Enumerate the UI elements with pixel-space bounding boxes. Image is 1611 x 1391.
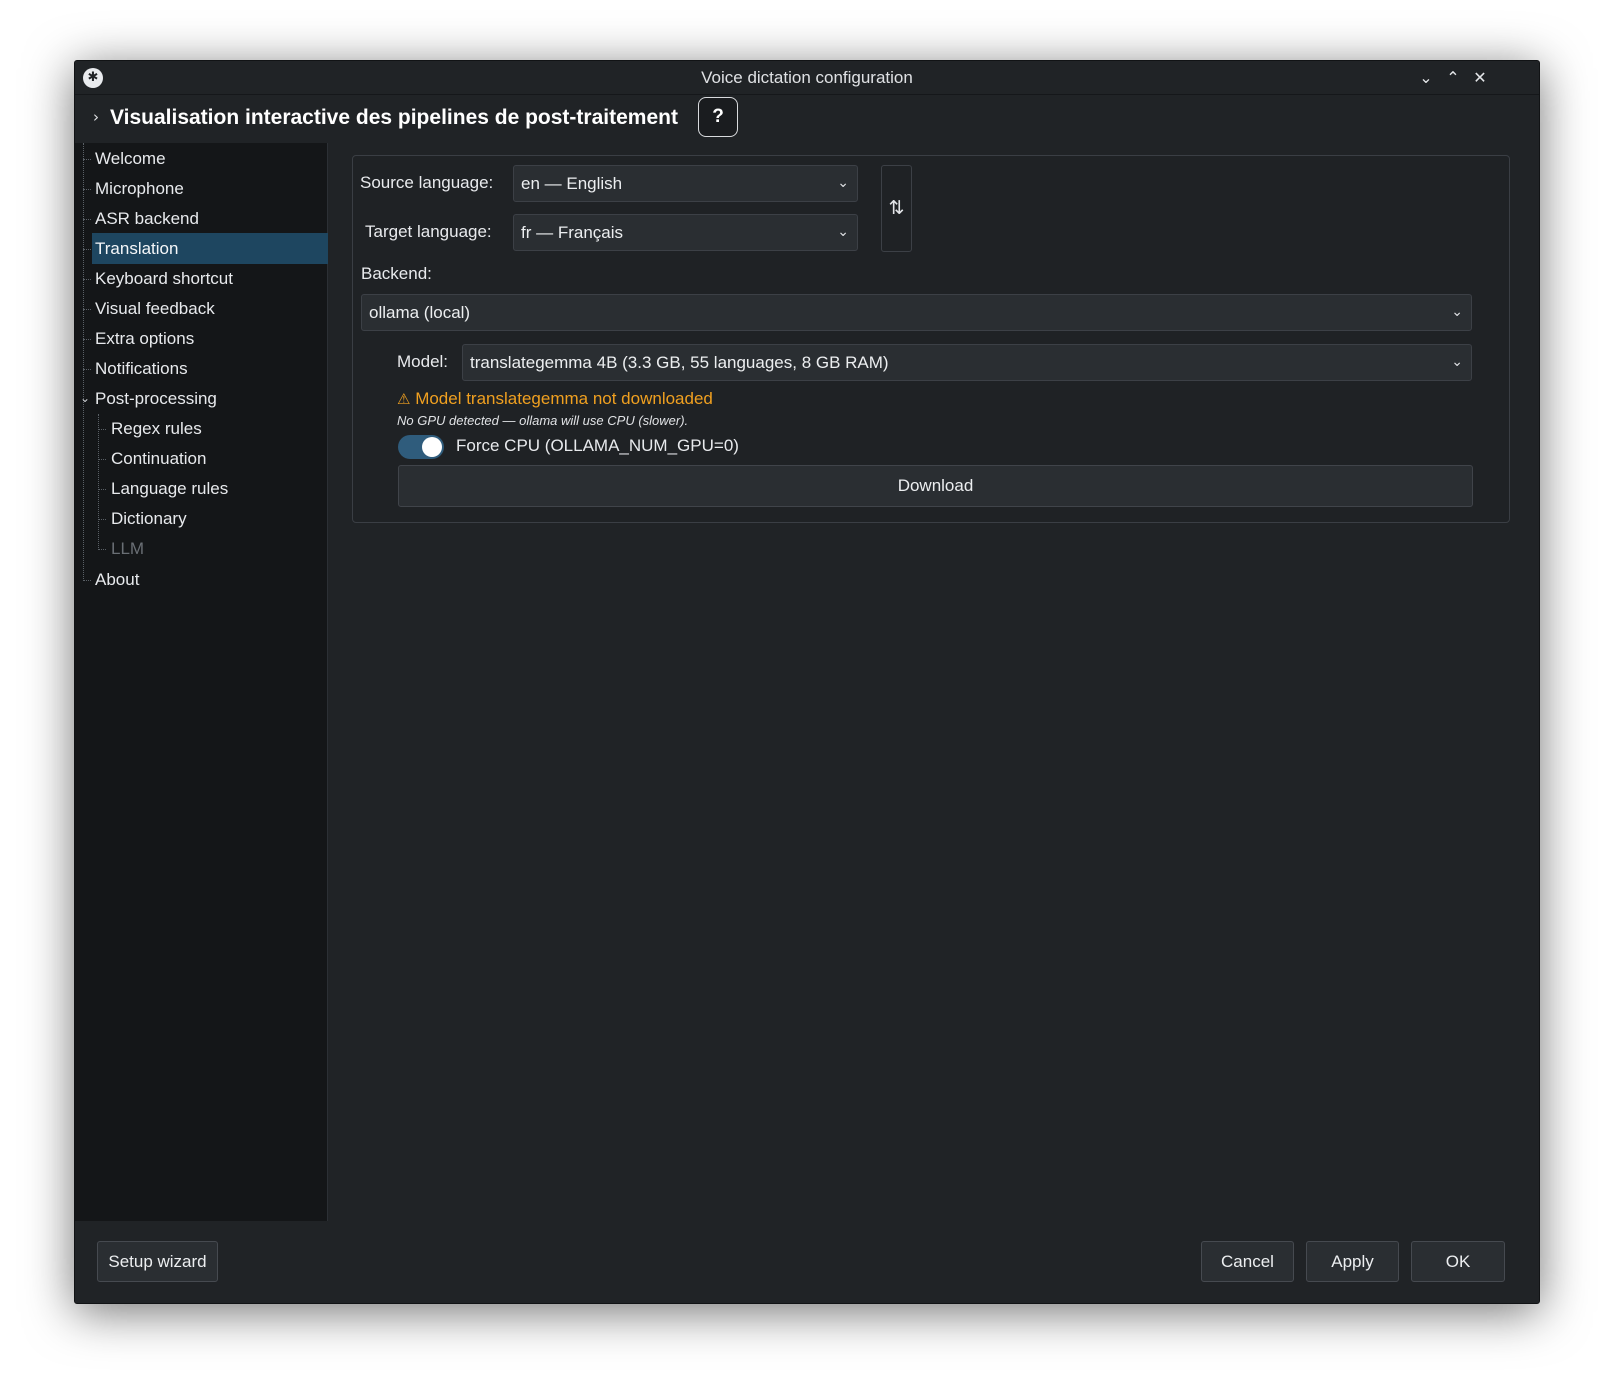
model-select[interactable]: translategemma 4B (3.3 GB, 55 languages,… bbox=[462, 344, 1472, 381]
force-cpu-label[interactable]: Force CPU (OLLAMA_NUM_GPU=0) bbox=[456, 436, 739, 456]
config-dialog: ✱ Voice dictation configuration ⌄ ⌃ ✕ › … bbox=[74, 60, 1540, 1304]
page-title[interactable]: Visualisation interactive des pipelines … bbox=[110, 106, 678, 130]
source-language-select[interactable]: en — English ⌄ bbox=[513, 165, 858, 202]
page-header: › Visualisation interactive des pipeline… bbox=[75, 95, 1539, 143]
translation-settings-group: Source language: en — English ⌄ Target l… bbox=[352, 155, 1510, 523]
sidebar-item-dictionary[interactable]: Dictionary bbox=[75, 503, 328, 534]
backend-value: ollama (local) bbox=[369, 303, 471, 322]
model-warning: ⚠ Model translategemma not downloaded bbox=[397, 389, 713, 409]
sidebar-item-notifications[interactable]: Notifications bbox=[75, 353, 328, 384]
model-value: translategemma 4B (3.3 GB, 55 languages,… bbox=[470, 353, 889, 372]
chevron-down-icon: ⌄ bbox=[1451, 304, 1463, 320]
force-cpu-toggle[interactable] bbox=[398, 435, 444, 459]
sidebar-item-regex-rules[interactable]: Regex rules bbox=[75, 413, 328, 444]
apply-button[interactable]: Apply bbox=[1306, 1241, 1399, 1282]
target-language-select[interactable]: fr — Français ⌄ bbox=[513, 214, 858, 251]
translation-page: Source language: en — English ⌄ Target l… bbox=[329, 143, 1539, 1221]
minimize-icon[interactable]: ⌄ bbox=[1414, 66, 1438, 90]
sidebar-item-continuation[interactable]: Continuation bbox=[75, 443, 328, 474]
source-language-value: en — English bbox=[521, 174, 623, 193]
gpu-note: No GPU detected — ollama will use CPU (s… bbox=[397, 413, 689, 428]
cancel-button[interactable]: Cancel bbox=[1201, 1241, 1294, 1282]
backend-select[interactable]: ollama (local) ⌄ bbox=[361, 294, 1472, 331]
target-language-value: fr — Français bbox=[521, 223, 624, 242]
chevron-down-icon: ⌄ bbox=[1451, 354, 1463, 370]
sidebar-item-extra-options[interactable]: Extra options bbox=[75, 323, 328, 354]
help-button[interactable]: ? bbox=[698, 97, 738, 137]
dialog-footer: Setup wizard Cancel Apply OK bbox=[75, 1221, 1539, 1303]
sidebar-item-microphone[interactable]: Microphone bbox=[75, 173, 328, 204]
sidebar-item-language-rules[interactable]: Language rules bbox=[75, 473, 328, 504]
sidebar-item-llm: LLM bbox=[111, 539, 145, 558]
chevron-down-icon: ⌄ bbox=[837, 224, 849, 240]
tree-connector bbox=[83, 249, 91, 250]
chevron-right-icon[interactable]: › bbox=[93, 108, 99, 126]
sidebar-item-about[interactable]: About bbox=[75, 564, 328, 595]
warning-icon: ⚠ bbox=[397, 390, 411, 408]
toggle-knob bbox=[422, 437, 442, 457]
close-icon[interactable]: ✕ bbox=[1468, 66, 1492, 90]
setup-wizard-button[interactable]: Setup wizard bbox=[97, 1241, 218, 1282]
download-button[interactable]: Download bbox=[398, 465, 1473, 507]
backend-label: Backend: bbox=[361, 264, 432, 283]
window-title: Voice dictation configuration bbox=[701, 68, 913, 87]
sidebar-item-translation[interactable]: Translation bbox=[92, 233, 328, 264]
sidebar-item-welcome[interactable]: Welcome bbox=[75, 143, 328, 174]
warning-text: Model translategemma not downloaded bbox=[415, 389, 713, 408]
swap-languages-button[interactable]: ⇅ bbox=[881, 165, 912, 252]
target-language-label: Target language: bbox=[365, 222, 492, 241]
sidebar-item-keyboard-shortcut[interactable]: Keyboard shortcut bbox=[75, 263, 328, 294]
swap-icon: ⇅ bbox=[888, 197, 905, 219]
sidebar-item-visual-feedback[interactable]: Visual feedback bbox=[75, 293, 328, 324]
sidebar-item-asr-backend[interactable]: ASR backend bbox=[75, 203, 328, 234]
title-bar[interactable]: ✱ Voice dictation configuration ⌄ ⌃ ✕ bbox=[75, 61, 1539, 95]
chevron-down-icon: ⌄ bbox=[837, 175, 849, 191]
ok-button[interactable]: OK bbox=[1411, 1241, 1505, 1282]
maximize-icon[interactable]: ⌃ bbox=[1441, 66, 1465, 90]
model-label: Model: bbox=[397, 352, 449, 371]
sidebar-tree: Welcome Microphone ASR backend Translati… bbox=[75, 143, 328, 1221]
source-language-label: Source language: bbox=[360, 173, 494, 192]
sidebar-item-post-processing[interactable]: Post-processing bbox=[75, 383, 328, 414]
